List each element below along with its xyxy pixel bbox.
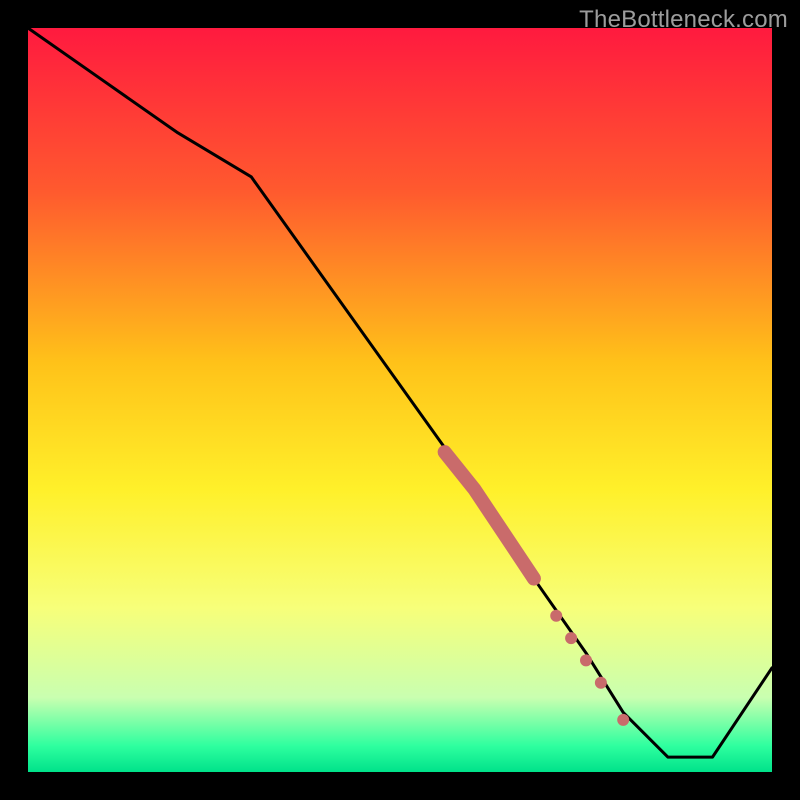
- highlight-dot: [550, 610, 562, 622]
- highlight-dot: [565, 632, 577, 644]
- highlight-dots: [550, 610, 629, 726]
- highlight-dot: [595, 677, 607, 689]
- chart-line-layer: [28, 28, 772, 772]
- chart-plot-area: [28, 28, 772, 772]
- bottleneck-curve: [28, 28, 772, 757]
- highlight-band: [445, 452, 534, 578]
- watermark-text: TheBottleneck.com: [579, 6, 788, 34]
- highlight-dot: [580, 654, 592, 666]
- highlight-dot: [617, 714, 629, 726]
